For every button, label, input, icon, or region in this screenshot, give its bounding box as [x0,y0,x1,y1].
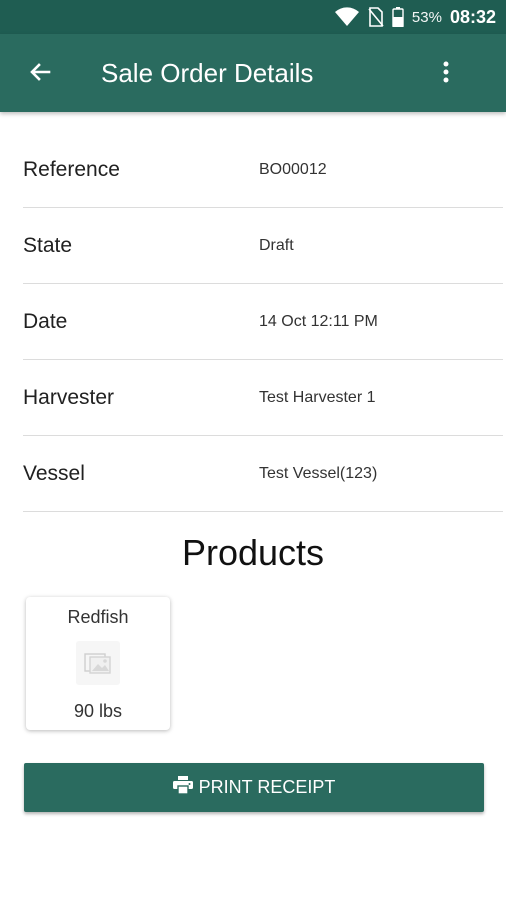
detail-value: Test Vessel(123) [259,464,378,482]
detail-row-vessel: Vessel Test Vessel(123) [23,436,503,512]
detail-row-reference: Reference BO00012 [23,132,503,208]
detail-label: Vessel [23,461,85,485]
detail-row-date: Date 14 Oct 12:11 PM [23,284,503,360]
more-vert-icon [442,60,450,89]
product-quantity: 90 lbs [73,701,123,721]
overflow-menu-button[interactable] [426,54,466,94]
detail-value: BO00012 [259,160,327,178]
detail-label: Harvester [23,385,115,409]
battery-icon [392,7,404,27]
products-heading: Products [181,532,325,573]
arrow-back-icon [28,60,52,89]
printer-icon [172,776,193,799]
detail-row-state: State Draft [23,208,503,284]
detail-value: 14 Oct 12:11 PM [259,312,378,330]
app-bar: Sale Order Details [0,34,506,112]
status-bar: 53% 08:32 [0,0,506,34]
print-receipt-label: PRINT RECEIPT [198,777,336,797]
detail-value: Draft [259,236,294,254]
detail-value: Test Harvester 1 [259,388,376,406]
print-receipt-button[interactable]: PRINT RECEIPT [24,763,484,812]
clock: 08:32 [449,6,496,27]
no-sim-icon [368,7,384,27]
status-bar-right: 53% 08:32 [334,0,496,34]
product-card[interactable]: Redfish 90 lbs [26,597,170,730]
product-name: Redfish [67,607,129,627]
image-placeholder-icon [76,641,120,685]
detail-label: Reference [23,157,120,181]
wifi-icon [334,7,360,27]
page-title: Sale Order Details [101,58,314,88]
detail-label: State [23,233,73,257]
detail-label: Date [23,309,68,333]
battery-percent: 53% [411,8,442,26]
details-list: Reference BO00012 State Draft Date 14 Oc… [23,132,503,512]
back-button[interactable] [20,54,60,94]
detail-row-harvester: Harvester Test Harvester 1 [23,360,503,436]
